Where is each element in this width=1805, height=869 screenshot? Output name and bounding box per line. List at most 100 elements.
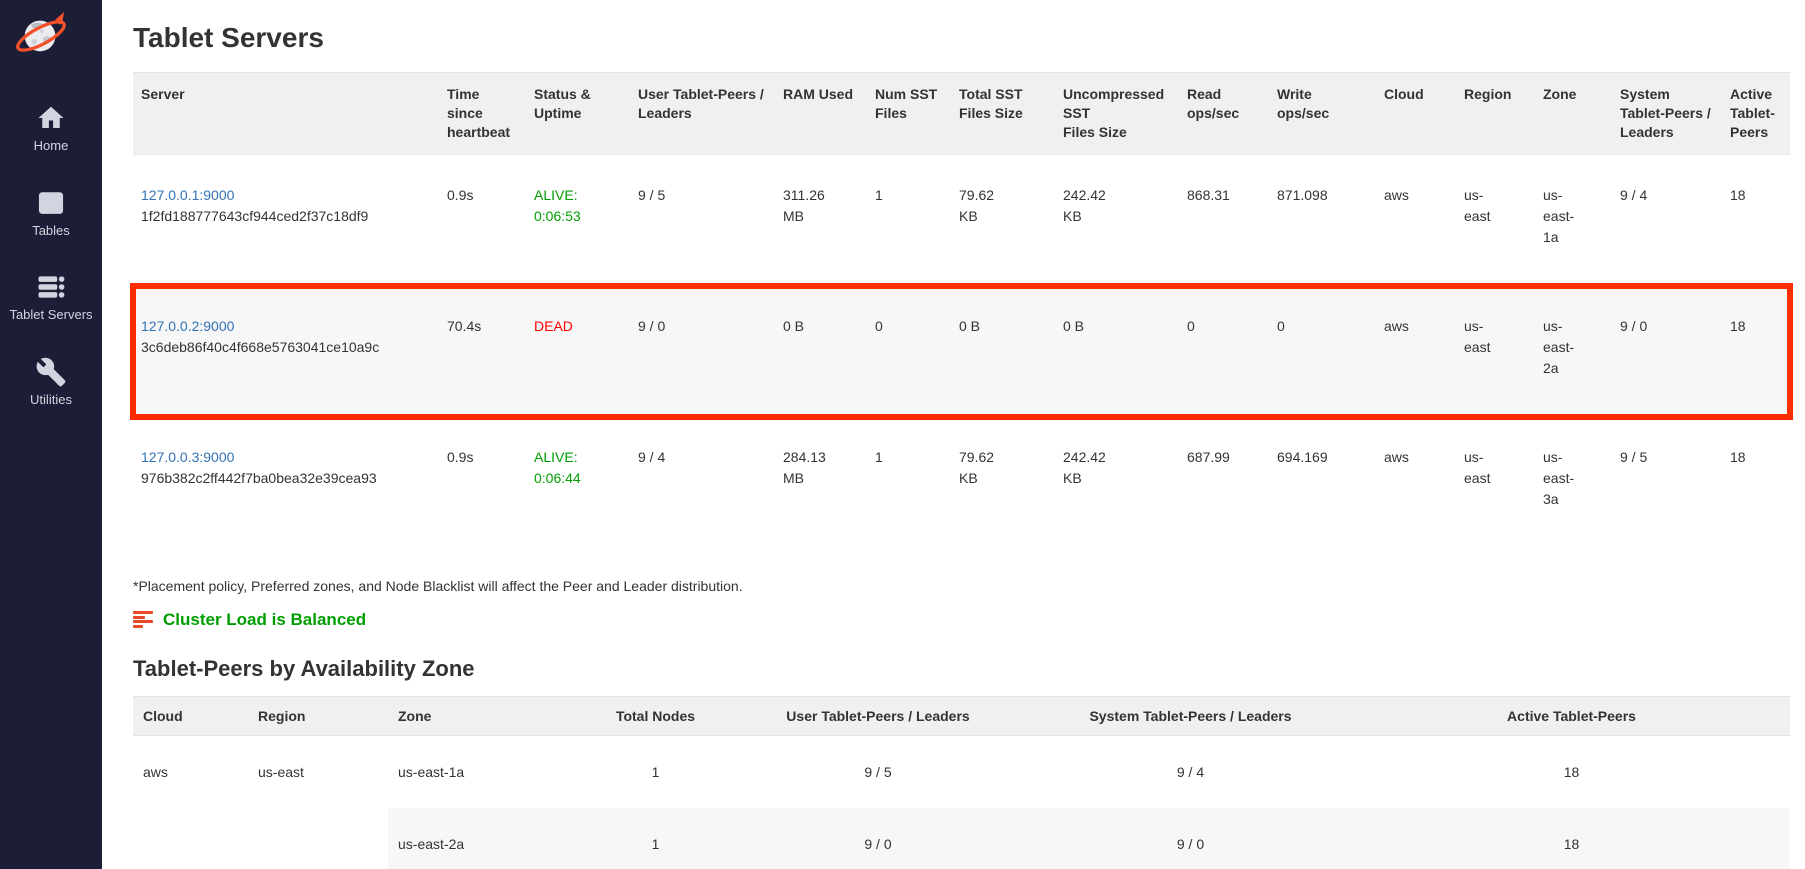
col-header-total-nodes: Total Nodes [583, 696, 728, 735]
sidebar-item-tables[interactable]: Tables [0, 188, 102, 239]
ram-cell: 284.13 MB [775, 417, 867, 548]
server-cell: 127.0.0.3:9000 976b382c2ff442f7ba0bea32e… [133, 417, 439, 548]
server-uuid: 976b382c2ff442f7ba0bea32e39cea93 [141, 470, 377, 486]
col-header-read-ops: Read ops/sec [1179, 73, 1269, 155]
tables-icon [36, 188, 66, 218]
region-cell: us-east [248, 735, 388, 869]
active-peers-cell: 18 [1722, 286, 1790, 417]
server-uuid: 1f2fd188777643cf944ced2f37c18df9 [141, 208, 368, 224]
zones-table-header-row: Cloud Region Zone Total Nodes User Table… [133, 696, 1790, 735]
sidebar-item-tablet-servers[interactable]: Tablet Servers [0, 272, 102, 323]
ram-cell: 311.26 MB [775, 154, 867, 286]
col-header-heartbeat: Time since heartbeat [439, 73, 526, 155]
user-peers-cell: 9 / 4 [630, 417, 775, 548]
col-header-ram: RAM Used [775, 73, 867, 155]
region-cell: us- east [1456, 286, 1535, 417]
utilities-icon [36, 357, 66, 387]
sidebar-item-home[interactable]: Home [0, 103, 102, 154]
num-sst-cell: 0 [867, 286, 951, 417]
server-address-link[interactable]: 127.0.0.1:9000 [141, 187, 234, 203]
uncompressed-sst-cell: 242.42 KB [1055, 154, 1179, 286]
tablet-servers-icon [36, 272, 66, 302]
col-header-total-sst: Total SST Files Size [951, 73, 1055, 155]
zone-cell: us-east-2a [388, 808, 583, 869]
server-address-link[interactable]: 127.0.0.3:9000 [141, 449, 234, 465]
read-ops-cell: 0 [1179, 286, 1269, 417]
system-peers-cell: 9 / 0 [1028, 808, 1353, 869]
col-header-zone: Zone [1535, 73, 1612, 155]
sidebar-item-label: Home [34, 138, 69, 154]
active-peers-cell: 18 [1722, 154, 1790, 286]
col-header-system-peers: System Tablet-Peers / Leaders [1612, 73, 1722, 155]
total-sst-cell: 79.62 KB [951, 154, 1055, 286]
tablet-peers-by-zone-table: Cloud Region Zone Total Nodes User Table… [133, 696, 1790, 869]
tablet-servers-table: Server Time since heartbeat Status & Upt… [133, 72, 1790, 548]
sidebar-item-label: Tables [32, 223, 70, 239]
cloud-cell: aws [1376, 286, 1456, 417]
col-header-uncompressed-sst: Uncompressed SST Files Size [1055, 73, 1179, 155]
load-balance-icon [133, 611, 153, 628]
server-row-3: 127.0.0.3:9000 976b382c2ff442f7ba0bea32e… [133, 417, 1790, 548]
cloud-cell: aws [1376, 417, 1456, 548]
status-cell: ALIVE: 0:06:53 [526, 154, 630, 286]
planet-rocket-logo-icon [12, 10, 70, 60]
server-uuid: 3c6deb86f40c4f668e5763041ce10a9c [141, 339, 379, 355]
col-header-active-peers: Active Tablet-Peers [1353, 696, 1790, 735]
col-header-user-peers: User Tablet-Peers / Leaders [630, 73, 775, 155]
ram-cell: 0 B [775, 286, 867, 417]
write-ops-cell: 0 [1269, 286, 1376, 417]
zones-section-title: Tablet-Peers by Availability Zone [133, 656, 1790, 682]
col-header-region: Region [1456, 73, 1535, 155]
col-header-num-sst: Num SST Files [867, 73, 951, 155]
col-header-status-uptime: Status & Uptime [526, 73, 630, 155]
cloud-cell: aws [1376, 154, 1456, 286]
active-peers-cell: 18 [1353, 808, 1790, 869]
col-header-region: Region [248, 696, 388, 735]
sidebar-item-label: Tablet Servers [9, 307, 92, 323]
col-header-user-peers: User Tablet-Peers / Leaders [728, 696, 1028, 735]
col-header-cloud: Cloud [133, 696, 248, 735]
server-row-2-dead-highlighted: 127.0.0.2:9000 3c6deb86f40c4f668e5763041… [133, 286, 1790, 417]
server-address-link[interactable]: 127.0.0.2:9000 [141, 318, 234, 334]
col-header-write-ops: Write ops/sec [1269, 73, 1376, 155]
app-logo[interactable] [12, 10, 70, 63]
col-header-zone: Zone [388, 696, 583, 735]
cluster-load-status: Cluster Load is Balanced [133, 610, 1790, 630]
num-sst-cell: 1 [867, 417, 951, 548]
col-header-system-peers: System Tablet-Peers / Leaders [1028, 696, 1353, 735]
server-row-1: 127.0.0.1:9000 1f2fd188777643cf944ced2f3… [133, 154, 1790, 286]
system-peers-cell: 9 / 4 [1612, 154, 1722, 286]
read-ops-cell: 868.31 [1179, 154, 1269, 286]
total-sst-cell: 0 B [951, 286, 1055, 417]
sidebar: Home Tables Tablet Servers [0, 0, 102, 869]
user-peers-cell: 9 / 0 [728, 808, 1028, 869]
user-peers-cell: 9 / 5 [728, 735, 1028, 808]
active-peers-cell: 18 [1353, 735, 1790, 808]
placement-policy-note: *Placement policy, Preferred zones, and … [133, 578, 1790, 594]
zone-row-1: aws us-east us-east-1a 1 9 / 5 9 / 4 18 [133, 735, 1790, 808]
system-peers-cell: 9 / 0 [1612, 286, 1722, 417]
servers-table-header-row: Server Time since heartbeat Status & Upt… [133, 73, 1790, 155]
write-ops-cell: 694.169 [1269, 417, 1376, 548]
cloud-cell: aws [133, 735, 248, 869]
zone-cell: us- east- 3a [1535, 417, 1612, 548]
zone-cell: us- east- 2a [1535, 286, 1612, 417]
sidebar-item-utilities[interactable]: Utilities [0, 357, 102, 408]
read-ops-cell: 687.99 [1179, 417, 1269, 548]
app-window: Home Tables Tablet Servers [0, 0, 1805, 869]
uncompressed-sst-cell: 0 B [1055, 286, 1179, 417]
zone-cell: us- east- 1a [1535, 154, 1612, 286]
active-peers-cell: 18 [1722, 417, 1790, 548]
num-sst-cell: 1 [867, 154, 951, 286]
uncompressed-sst-cell: 242.42 KB [1055, 417, 1179, 548]
server-cell: 127.0.0.2:9000 3c6deb86f40c4f668e5763041… [133, 286, 439, 417]
write-ops-cell: 871.098 [1269, 154, 1376, 286]
heartbeat-cell: 70.4s [439, 286, 526, 417]
total-sst-cell: 79.62 KB [951, 417, 1055, 548]
heartbeat-cell: 0.9s [439, 417, 526, 548]
user-peers-cell: 9 / 0 [630, 286, 775, 417]
heartbeat-cell: 0.9s [439, 154, 526, 286]
user-peers-cell: 9 / 5 [630, 154, 775, 286]
sidebar-nav: Home Tables Tablet Servers [0, 103, 102, 407]
main-content: Tablet Servers Server Time since heartbe… [102, 0, 1805, 869]
